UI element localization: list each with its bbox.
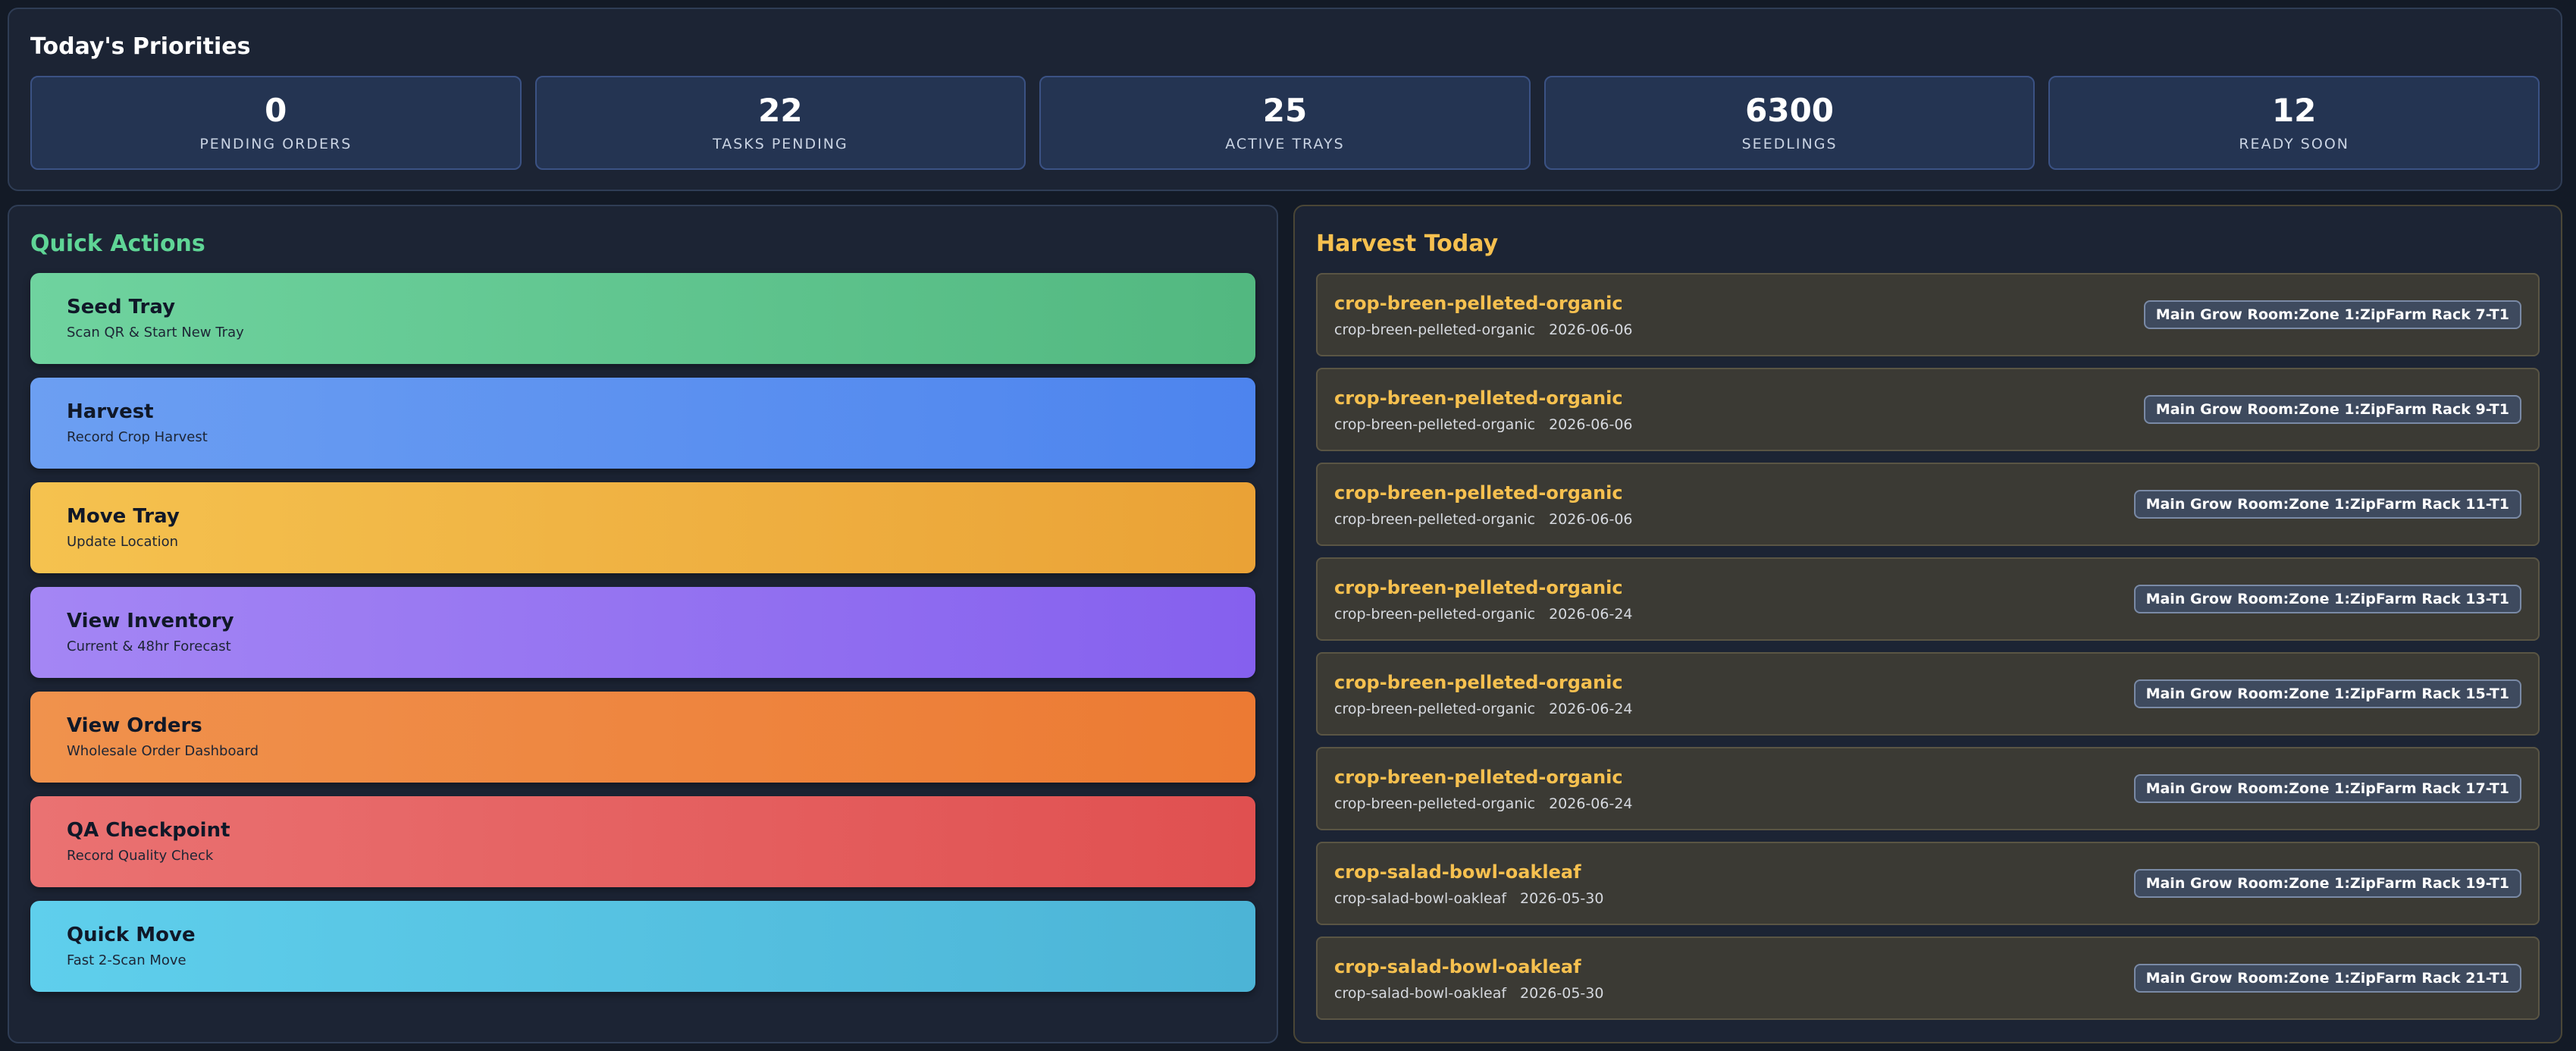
stat-ready-soon: 12 READY SOON [2048, 76, 2540, 170]
harvest-meta: crop-salad-bowl-oakleaf 2026-05-30 [1334, 985, 1603, 1002]
stat-label: ACTIVE TRAYS [1225, 136, 1345, 153]
location-badge: Main Grow Room:Zone 1:ZipFarm Rack 21-T1 [2133, 964, 2521, 993]
action-title: Harvest [67, 400, 154, 423]
harvest-item[interactable]: crop-breen-pelleted-organic crop-breen-p… [1316, 368, 2540, 451]
harvest-item[interactable]: crop-salad-bowl-oakleaf crop-salad-bowl-… [1316, 842, 2540, 925]
harvest-date: 2026-05-30 [1520, 890, 1604, 907]
action-title: QA Checkpoint [67, 819, 230, 842]
view-orders-button[interactable]: View Orders Wholesale Order Dashboard [30, 692, 1255, 783]
harvest-meta: crop-salad-bowl-oakleaf 2026-05-30 [1334, 890, 1603, 907]
action-title: Seed Tray [67, 296, 176, 318]
action-subtitle: Fast 2-Scan Move [67, 952, 186, 968]
harvest-button[interactable]: Harvest Record Crop Harvest [30, 378, 1255, 469]
stat-label: READY SOON [2239, 136, 2349, 153]
action-title: Move Tray [67, 505, 180, 528]
harvest-crop-sub: crop-breen-pelleted-organic [1334, 701, 1536, 717]
quick-move-button[interactable]: Quick Move Fast 2-Scan Move [30, 901, 1255, 992]
harvest-crop-sub: crop-breen-pelleted-organic [1334, 416, 1536, 433]
stat-label: PENDING ORDERS [199, 136, 353, 153]
stat-active-trays: 25 ACTIVE TRAYS [1039, 76, 1531, 170]
action-subtitle: Record Quality Check [67, 848, 214, 864]
harvest-item[interactable]: crop-breen-pelleted-organic crop-breen-p… [1316, 273, 2540, 356]
harvest-date: 2026-06-06 [1549, 511, 1633, 528]
harvest-item[interactable]: crop-salad-bowl-oakleaf crop-salad-bowl-… [1316, 936, 2540, 1020]
priorities-panel: Today's Priorities 0 PENDING ORDERS 22 T… [8, 8, 2562, 191]
location-badge: Main Grow Room:Zone 1:ZipFarm Rack 11-T1 [2133, 490, 2521, 519]
view-inventory-button[interactable]: View Inventory Current & 48hr Forecast [30, 587, 1255, 678]
harvest-crop-name: crop-breen-pelleted-organic [1334, 672, 1623, 693]
harvest-meta: crop-breen-pelleted-organic 2026-06-24 [1334, 795, 1633, 812]
qa-checkpoint-button[interactable]: QA Checkpoint Record Quality Check [30, 796, 1255, 887]
harvest-item[interactable]: crop-breen-pelleted-organic crop-breen-p… [1316, 557, 2540, 641]
harvest-item[interactable]: crop-breen-pelleted-organic crop-breen-p… [1316, 463, 2540, 546]
harvest-date: 2026-06-24 [1549, 701, 1633, 717]
action-subtitle: Record Crop Harvest [67, 429, 208, 445]
stat-value: 25 [1262, 91, 1308, 129]
harvest-meta: crop-breen-pelleted-organic 2026-06-06 [1334, 322, 1633, 338]
action-subtitle: Wholesale Order Dashboard [67, 743, 259, 759]
harvest-today-title: Harvest Today [1316, 231, 1499, 257]
stat-pending-orders: 0 PENDING ORDERS [30, 76, 522, 170]
action-title: View Inventory [67, 610, 234, 632]
location-badge: Main Grow Room:Zone 1:ZipFarm Rack 19-T1 [2133, 869, 2521, 898]
harvest-crop-sub: crop-breen-pelleted-organic [1334, 511, 1536, 528]
move-tray-button[interactable]: Move Tray Update Location [30, 482, 1255, 573]
location-badge: Main Grow Room:Zone 1:ZipFarm Rack 13-T1 [2133, 585, 2521, 613]
harvest-item[interactable]: crop-breen-pelleted-organic crop-breen-p… [1316, 652, 2540, 736]
stat-value: 6300 [1745, 91, 1835, 129]
stat-value: 22 [758, 91, 803, 129]
harvest-crop-sub: crop-salad-bowl-oakleaf [1334, 890, 1507, 907]
harvest-crop-name: crop-breen-pelleted-organic [1334, 577, 1623, 598]
harvest-date: 2026-06-24 [1549, 795, 1633, 812]
quick-actions-title: Quick Actions [30, 231, 205, 257]
stat-label: TASKS PENDING [713, 136, 848, 153]
harvest-date: 2026-06-24 [1549, 606, 1633, 623]
action-title: View Orders [67, 714, 202, 737]
seed-tray-button[interactable]: Seed Tray Scan QR & Start New Tray [30, 273, 1255, 364]
location-badge: Main Grow Room:Zone 1:ZipFarm Rack 15-T1 [2133, 679, 2521, 708]
harvest-crop-name: crop-breen-pelleted-organic [1334, 387, 1623, 409]
stats-row: 0 PENDING ORDERS 22 TASKS PENDING 25 ACT… [30, 76, 2540, 170]
quick-actions-list: Seed Tray Scan QR & Start New Tray Harve… [30, 273, 1255, 992]
stat-label: SEEDLINGS [1741, 136, 1838, 153]
priorities-title: Today's Priorities [30, 33, 251, 60]
location-badge: Main Grow Room:Zone 1:ZipFarm Rack 17-T1 [2133, 774, 2521, 803]
harvest-crop-name: crop-breen-pelleted-organic [1334, 767, 1623, 788]
action-title: Quick Move [67, 924, 196, 946]
harvest-meta: crop-breen-pelleted-organic 2026-06-24 [1334, 606, 1633, 623]
stat-value: 12 [2271, 91, 2317, 129]
location-badge: Main Grow Room:Zone 1:ZipFarm Rack 7-T1 [2143, 300, 2521, 329]
action-subtitle: Current & 48hr Forecast [67, 638, 231, 654]
harvest-meta: crop-breen-pelleted-organic 2026-06-06 [1334, 416, 1633, 433]
location-badge: Main Grow Room:Zone 1:ZipFarm Rack 9-T1 [2143, 395, 2521, 424]
action-subtitle: Update Location [67, 534, 179, 550]
harvest-meta: crop-breen-pelleted-organic 2026-06-24 [1334, 701, 1633, 717]
harvest-crop-name: crop-breen-pelleted-organic [1334, 293, 1623, 314]
stat-value: 0 [265, 91, 287, 129]
harvest-date: 2026-06-06 [1549, 322, 1633, 338]
harvest-meta: crop-breen-pelleted-organic 2026-06-06 [1334, 511, 1633, 528]
harvest-item[interactable]: crop-breen-pelleted-organic crop-breen-p… [1316, 747, 2540, 830]
harvest-date: 2026-06-06 [1549, 416, 1633, 433]
harvest-date: 2026-05-30 [1520, 985, 1604, 1002]
harvest-crop-name: crop-salad-bowl-oakleaf [1334, 861, 1581, 883]
harvest-list: crop-breen-pelleted-organic crop-breen-p… [1316, 273, 2540, 1020]
harvest-crop-sub: crop-breen-pelleted-organic [1334, 322, 1536, 338]
harvest-crop-sub: crop-breen-pelleted-organic [1334, 606, 1536, 623]
harvest-crop-sub: crop-breen-pelleted-organic [1334, 795, 1536, 812]
harvest-crop-name: crop-breen-pelleted-organic [1334, 482, 1623, 504]
stat-tasks-pending: 22 TASKS PENDING [534, 76, 1026, 170]
harvest-today-panel: Harvest Today crop-breen-pelleted-organi… [1293, 205, 2562, 1043]
harvest-crop-sub: crop-salad-bowl-oakleaf [1334, 985, 1507, 1002]
stat-seedlings: 6300 SEEDLINGS [1543, 76, 2035, 170]
action-subtitle: Scan QR & Start New Tray [67, 325, 244, 340]
harvest-crop-name: crop-salad-bowl-oakleaf [1334, 956, 1581, 977]
quick-actions-panel: Quick Actions Seed Tray Scan QR & Start … [8, 205, 1278, 1043]
